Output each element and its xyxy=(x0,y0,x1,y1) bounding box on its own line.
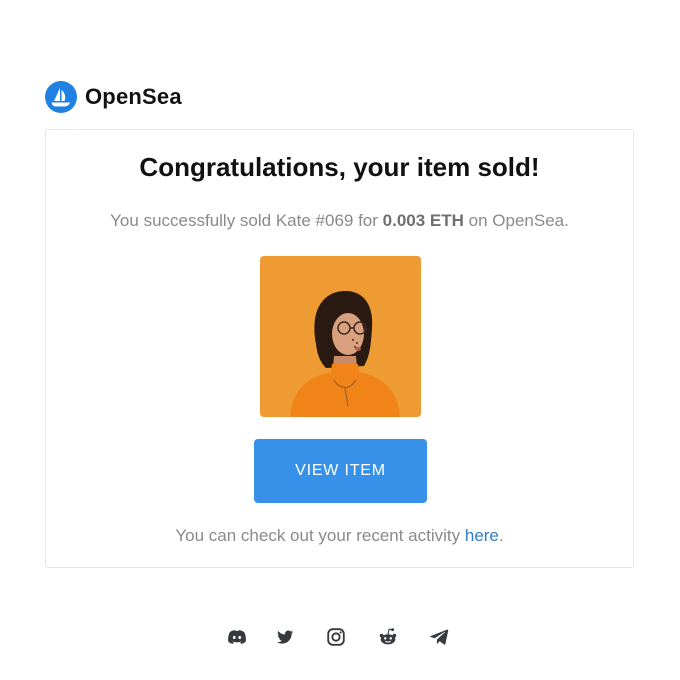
reddit-icon xyxy=(379,628,397,645)
sale-message-suffix: on OpenSea. xyxy=(463,211,569,230)
activity-suffix: . xyxy=(498,526,504,545)
reddit-link[interactable] xyxy=(377,626,399,648)
twitter-link[interactable] xyxy=(274,626,296,648)
social-links xyxy=(0,626,680,650)
telegram-icon xyxy=(429,629,449,645)
email-page: OpenSea Congratulations, your item sold!… xyxy=(0,0,680,680)
telegram-link[interactable] xyxy=(428,626,450,648)
card-title: Congratulations, your item sold! xyxy=(139,152,540,182)
instagram-link[interactable] xyxy=(325,626,347,648)
item-image[interactable] xyxy=(260,256,421,417)
recent-activity-text: You can check out your recent activity h… xyxy=(46,526,633,546)
activity-prefix: You can check out your recent activity xyxy=(175,526,465,545)
instagram-icon xyxy=(327,628,345,646)
activity-here-link[interactable]: here xyxy=(465,526,499,545)
opensea-logo-icon xyxy=(45,81,77,113)
sale-price: 0.003 ETH xyxy=(382,211,464,230)
view-item-button[interactable]: VIEW ITEM xyxy=(254,439,427,503)
discord-icon xyxy=(228,630,246,644)
discord-link[interactable] xyxy=(226,626,248,648)
brand-header[interactable]: OpenSea xyxy=(45,80,182,114)
sale-message: You successfully sold Kate #069 for 0.00… xyxy=(46,211,633,231)
brand-name: OpenSea xyxy=(85,84,182,109)
sale-notification-card: Congratulations, your item sold! You suc… xyxy=(45,129,634,568)
twitter-icon xyxy=(277,630,294,644)
sale-message-prefix: You successfully sold Kate #069 for xyxy=(110,211,383,230)
